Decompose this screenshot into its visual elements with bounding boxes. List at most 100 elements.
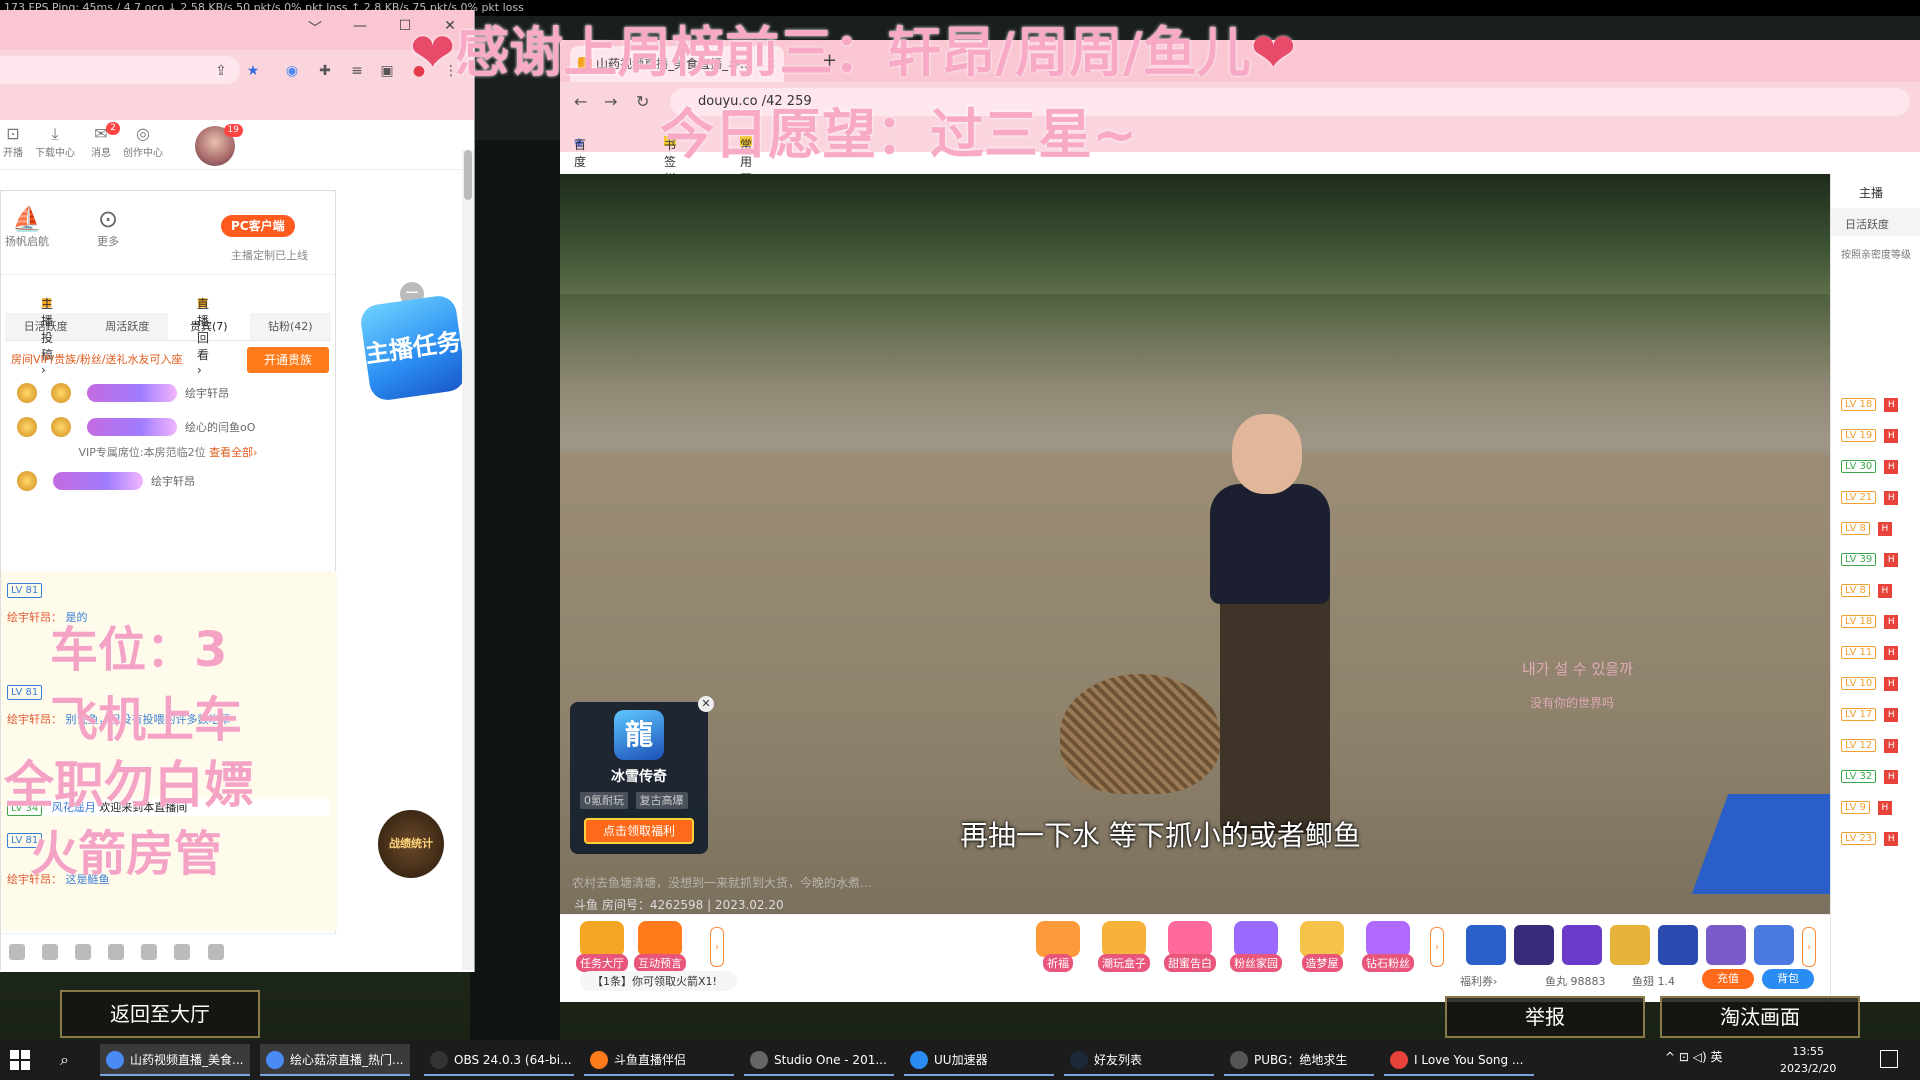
- star-icon[interactable]: ★: [244, 62, 262, 80]
- mic-icon[interactable]: [174, 944, 191, 960]
- taskbar-app[interactable]: 绘心菇凉直播_热门...: [260, 1044, 410, 1076]
- system-tray[interactable]: ^ ⊡ ◁) 英: [1665, 1048, 1722, 1065]
- hi-icon[interactable]: [108, 944, 125, 960]
- toy-box-button[interactable]: 潮玩盒子: [1096, 921, 1152, 972]
- gift-rocket2-icon[interactable]: [1658, 925, 1698, 965]
- gift-jet-icon[interactable]: [1610, 925, 1650, 965]
- report-button[interactable]: 举报: [1445, 996, 1645, 1038]
- search-icon[interactable]: ⌕: [60, 1050, 69, 1070]
- nav-messages[interactable]: ✉ 消息 2: [80, 122, 122, 159]
- emoji-icon[interactable]: [9, 944, 25, 960]
- nav-creator[interactable]: ◎ 创作中心: [122, 124, 164, 159]
- notification-icon[interactable]: [1880, 1050, 1898, 1068]
- rank-row[interactable]: LV 9 H: [1841, 801, 1892, 815]
- chrome-icon[interactable]: ◉: [283, 62, 301, 80]
- expand-arrow-icon[interactable]: ›: [710, 927, 724, 967]
- eliminate-view-button[interactable]: 淘汰画面: [1660, 996, 1860, 1038]
- rank-row[interactable]: LV 17 H: [1841, 708, 1899, 722]
- fan-home-button[interactable]: 粉丝家园: [1228, 921, 1284, 972]
- rank-row[interactable]: LV 18 H: [1841, 398, 1899, 412]
- rank-row[interactable]: LV 23 H: [1841, 832, 1899, 846]
- box-icon[interactable]: [141, 944, 158, 960]
- guest-row[interactable]: 绘宇轩昂: [1, 463, 335, 497]
- open-noble-button[interactable]: 开通贵族: [247, 347, 329, 373]
- rank-tab-daily[interactable]: 日活跃度: [1831, 208, 1920, 236]
- rank-row[interactable]: LV 10 H: [1841, 677, 1899, 691]
- rank-row[interactable]: LV 21 H: [1841, 491, 1899, 505]
- nav-stream[interactable]: ⊡ 开播: [0, 124, 34, 159]
- live-video[interactable]: 내가 설 수 있을까 没有你的世界吗 再抽一下水 等下抓小的或者鲫鱼 农村去鱼塘…: [560, 174, 1830, 914]
- game-ad-card[interactable]: 龍 冰雪传奇 0氪耐玩 复古高爆 点击领取福利 ✕: [570, 696, 714, 854]
- taskbar-app[interactable]: I Love You Song ...: [1384, 1044, 1534, 1076]
- avatar[interactable]: 19: [195, 124, 243, 166]
- taskbar-app[interactable]: UU加速器: [904, 1044, 1054, 1076]
- expand-arrow-icon[interactable]: ›: [1802, 927, 1816, 967]
- address-field[interactable]: [0, 56, 240, 84]
- close-icon[interactable]: ✕: [698, 696, 714, 712]
- expand-arrow-icon[interactable]: ›: [1430, 927, 1444, 967]
- taskbar-app[interactable]: 斗鱼直播伴侣: [584, 1044, 734, 1076]
- gift-robot-icon[interactable]: [1562, 925, 1602, 965]
- rank-row[interactable]: LV 32 H: [1841, 770, 1899, 784]
- share-icon[interactable]: ⇪: [212, 62, 230, 80]
- tool-sail[interactable]: ⛵ 扬帆启航: [5, 205, 49, 249]
- tab-diamond[interactable]: 钻粉(42): [250, 313, 332, 340]
- tab-weekly[interactable]: 周活跃度: [87, 313, 169, 340]
- recharge-button[interactable]: 充值: [1702, 969, 1754, 989]
- hi-badge: H: [1884, 739, 1899, 753]
- taskbar-app[interactable]: PUBG：绝地求生: [1224, 1044, 1374, 1076]
- gift-ship-icon[interactable]: [1754, 925, 1794, 965]
- bag-button[interactable]: 背包: [1762, 969, 1814, 989]
- clock[interactable]: 13:55 2023/2/20: [1780, 1043, 1836, 1077]
- stats-badge[interactable]: 战绩统计: [378, 810, 444, 878]
- reload-icon[interactable]: ↻: [636, 92, 649, 111]
- welfare-link[interactable]: 福利券›: [1460, 973, 1497, 989]
- nav-download[interactable]: ⤓ 下载中心: [34, 124, 76, 159]
- guest-row[interactable]: 绘心的闫鱼oO: [1, 409, 335, 443]
- rank-row[interactable]: LV 8 H: [1841, 522, 1892, 536]
- dropdown-icon[interactable]: ﹀: [305, 18, 325, 38]
- video-player[interactable]: 내가 설 수 있을까 没有你的世界吗 再抽一下水 等下抓小的或者鲫鱼 农村去鱼塘…: [560, 174, 1830, 994]
- gift-box-icon[interactable]: [1706, 925, 1746, 965]
- task-hall-button[interactable]: 任务大厅: [574, 921, 630, 972]
- horn-icon[interactable]: [42, 944, 59, 960]
- dream-house-button[interactable]: 造梦屋: [1294, 921, 1350, 972]
- confession-button[interactable]: 甜蜜告白: [1162, 921, 1218, 972]
- diamond-fan-button[interactable]: 钻石粉丝: [1360, 921, 1416, 972]
- taskbar-app[interactable]: 好友列表: [1064, 1044, 1214, 1076]
- rank-row[interactable]: LV 39 H: [1841, 553, 1899, 567]
- level-badge: LV 12: [1841, 739, 1877, 752]
- rank-row[interactable]: LV 18 H: [1841, 615, 1899, 629]
- tool-more[interactable]: ⊙ 更多: [97, 205, 119, 249]
- forward-icon[interactable]: →: [604, 92, 617, 111]
- rocket-notice[interactable]: 【1条】你可领取火箭X1!: [580, 971, 737, 991]
- scroll-thumb[interactable]: [464, 150, 472, 200]
- blessing-button[interactable]: 祈福: [1030, 921, 1086, 972]
- claim-reward-button[interactable]: 点击领取福利: [584, 818, 694, 844]
- windows-start-icon[interactable]: [10, 1050, 30, 1070]
- return-lobby-button[interactable]: 返回至大厅: [60, 990, 260, 1038]
- guest-row[interactable]: 绘宇轩昂: [1, 375, 335, 409]
- rank-row[interactable]: LV 30 H: [1841, 460, 1899, 474]
- minimize-button[interactable]: —: [350, 18, 370, 38]
- prophecy-button[interactable]: 互动预言: [632, 921, 688, 972]
- rank-row[interactable]: LV 11 H: [1841, 646, 1899, 660]
- back-icon[interactable]: ←: [574, 92, 587, 111]
- rank-row[interactable]: LV 8 H: [1841, 584, 1892, 598]
- pc-client-button[interactable]: PC客户端: [221, 215, 295, 237]
- rank-row[interactable]: LV 12 H: [1841, 739, 1899, 753]
- view-all-link[interactable]: 查看全部›: [209, 446, 257, 459]
- scrollbar[interactable]: [462, 150, 474, 970]
- taskbar-app[interactable]: 山药视频直播_美食...: [100, 1044, 250, 1076]
- gift-icon[interactable]: [207, 944, 224, 960]
- star-icon[interactable]: [75, 944, 92, 960]
- extensions-icon[interactable]: ✚: [316, 62, 334, 80]
- taskbar-app[interactable]: OBS 24.0.3 (64-bi...: [424, 1044, 574, 1076]
- task-badge[interactable]: 主播任务: [358, 293, 468, 403]
- taskbar-app[interactable]: Studio One - 201...: [744, 1044, 894, 1076]
- sidebar-icon[interactable]: ▣: [378, 62, 396, 80]
- media-icon[interactable]: ≡: [348, 62, 366, 80]
- gift-plane-icon[interactable]: [1466, 925, 1506, 965]
- gift-rocket-icon[interactable]: [1514, 925, 1554, 965]
- rank-row[interactable]: LV 19 H: [1841, 429, 1899, 443]
